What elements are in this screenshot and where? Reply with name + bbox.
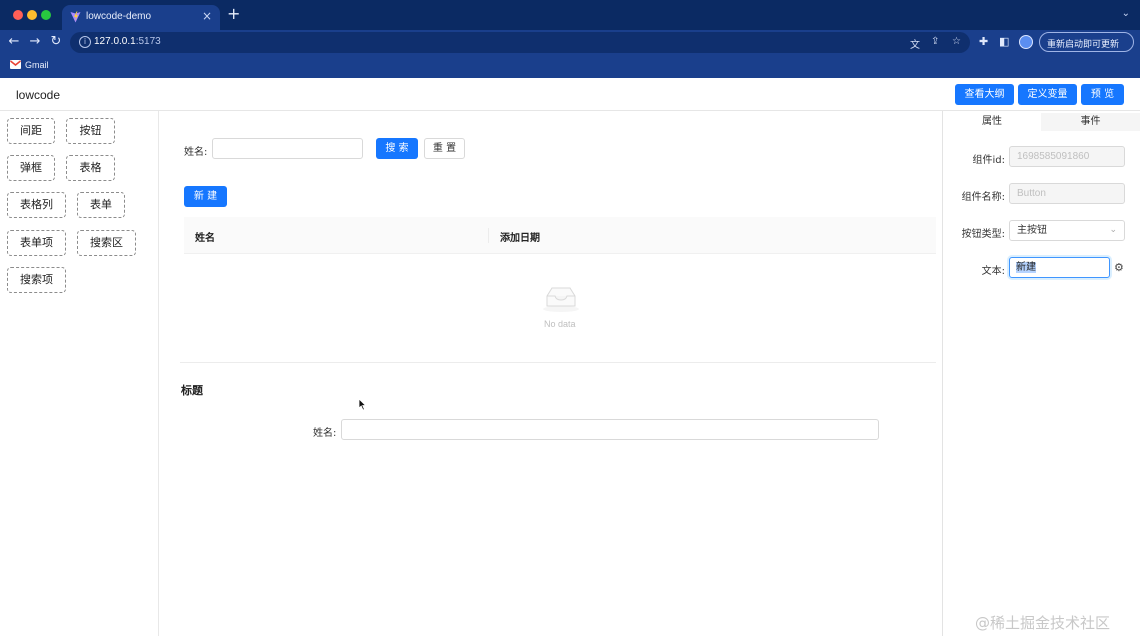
define-variables-button[interactable]: 定义变量 [1018, 84, 1077, 105]
component-form-item[interactable]: 表单项 [7, 230, 66, 256]
outline-button[interactable]: 查看大纲 [955, 84, 1014, 105]
share-icon[interactable]: ⇪ [931, 36, 939, 47]
watermark: @稀土掘金技术社区 [975, 614, 1111, 632]
maximize-window-button[interactable] [41, 10, 51, 20]
form-title: 标题 [181, 384, 203, 397]
chevron-down-icon: ⌄ [1109, 225, 1117, 235]
properties-panel: 属性 事件 组件id: 1698585091860 组件名称: Button 按… [942, 111, 1140, 636]
preview-button[interactable]: 预 览 [1081, 84, 1124, 105]
address-url: 127.0.0.1:5173 [94, 36, 161, 47]
bookmarks-bar: Gmail [0, 55, 1140, 78]
component-name-label: 组件名称: [961, 192, 1005, 203]
search-name-label: 姓名: [184, 147, 208, 158]
url-port: :5173 [135, 36, 161, 47]
browser-tab[interactable]: lowcode-demo × [62, 5, 220, 30]
minimize-window-button[interactable] [27, 10, 37, 20]
tab-strip: lowcode-demo × + ⌄ [0, 0, 1140, 30]
button-text-label: 文本: [981, 266, 1005, 277]
component-search-area[interactable]: 搜索区 [77, 230, 136, 256]
gmail-icon[interactable] [10, 60, 21, 69]
button-type-label: 按钮类型: [961, 229, 1005, 240]
section-divider [180, 362, 936, 363]
tab-title: lowcode-demo [86, 11, 152, 22]
component-id-field: 1698585091860 [1009, 146, 1125, 167]
close-window-button[interactable] [13, 10, 23, 20]
design-canvas[interactable]: 姓名: 搜 索 重 置 新 建 姓名 添加日期 No data 标题 姓名: [160, 111, 942, 636]
back-arrow-icon[interactable]: ← [6, 34, 22, 50]
column-divider [488, 228, 489, 243]
new-button[interactable]: 新 建 [184, 186, 227, 207]
button-type-value: 主按钮 [1017, 225, 1047, 236]
new-tab-icon[interactable]: + [227, 6, 240, 22]
empty-box-icon [543, 287, 579, 312]
site-info-icon[interactable]: i [79, 36, 91, 48]
mouse-cursor-icon [358, 398, 367, 411]
bookmark-gmail[interactable]: Gmail [25, 60, 49, 70]
reset-button[interactable]: 重 置 [424, 138, 465, 159]
tab-properties[interactable]: 属性 [943, 113, 1041, 131]
app-header: lowcode 查看大纲 定义变量 预 览 [0, 78, 1140, 111]
component-button[interactable]: 按钮 [66, 118, 115, 144]
empty-state-text: No data [544, 319, 576, 329]
translate-icon[interactable]: 文 [910, 36, 920, 51]
browser-toolbar: ← → ↻ i 127.0.0.1:5173 文 ⇪ ☆ ✚ ◧ 重新启动即可更… [0, 30, 1140, 55]
reload-icon[interactable]: ↻ [48, 34, 64, 50]
address-bar[interactable]: i 127.0.0.1:5173 文 ⇪ ☆ [70, 32, 970, 53]
bookmark-star-icon[interactable]: ☆ [952, 36, 961, 47]
tab-events[interactable]: 事件 [1041, 113, 1140, 131]
component-table-column[interactable]: 表格列 [7, 192, 66, 218]
profile-avatar[interactable] [1019, 35, 1033, 49]
component-name-field: Button [1009, 183, 1125, 204]
search-name-input[interactable] [212, 138, 363, 159]
component-form[interactable]: 表单 [77, 192, 125, 218]
form-name-input[interactable] [341, 419, 879, 440]
app-title: lowcode [16, 88, 61, 102]
side-panel-icon[interactable]: ◧ [999, 36, 1009, 48]
column-header-name[interactable]: 姓名 [195, 229, 215, 244]
button-type-select[interactable]: 主按钮 ⌄ [1009, 220, 1125, 241]
tab-close-icon[interactable]: × [202, 9, 212, 23]
url-host: 127.0.0.1 [94, 36, 136, 47]
forward-arrow-icon[interactable]: → [27, 34, 43, 50]
form-name-label: 姓名: [313, 428, 337, 439]
button-text-input[interactable]: 新建 [1009, 257, 1110, 278]
gear-icon[interactable]: ⚙ [1114, 261, 1124, 274]
extensions-puzzle-icon[interactable]: ✚ [979, 36, 988, 48]
tab-search-chevron-icon[interactable]: ⌄ [1122, 8, 1130, 19]
component-id-label: 组件id: [972, 155, 1006, 166]
component-palette: 间距 按钮 弹框 表格 表格列 表单 表单项 搜索区 搜索项 [0, 111, 159, 636]
component-space[interactable]: 间距 [7, 118, 55, 144]
update-button[interactable]: 重新启动即可更新 [1039, 32, 1134, 52]
table-header: 姓名 添加日期 [184, 217, 936, 254]
search-button[interactable]: 搜 索 [376, 138, 418, 159]
component-modal[interactable]: 弹框 [7, 155, 55, 181]
browser-chrome: lowcode-demo × + ⌄ ← → ↻ i 127.0.0.1:517… [0, 0, 1140, 78]
component-search-item[interactable]: 搜索项 [7, 267, 66, 293]
column-header-date[interactable]: 添加日期 [500, 229, 540, 244]
component-table[interactable]: 表格 [66, 155, 115, 181]
update-button-label: 重新启动即可更新 [1047, 40, 1120, 50]
button-text-value: 新建 [1016, 262, 1036, 273]
vite-favicon-icon [70, 11, 81, 23]
